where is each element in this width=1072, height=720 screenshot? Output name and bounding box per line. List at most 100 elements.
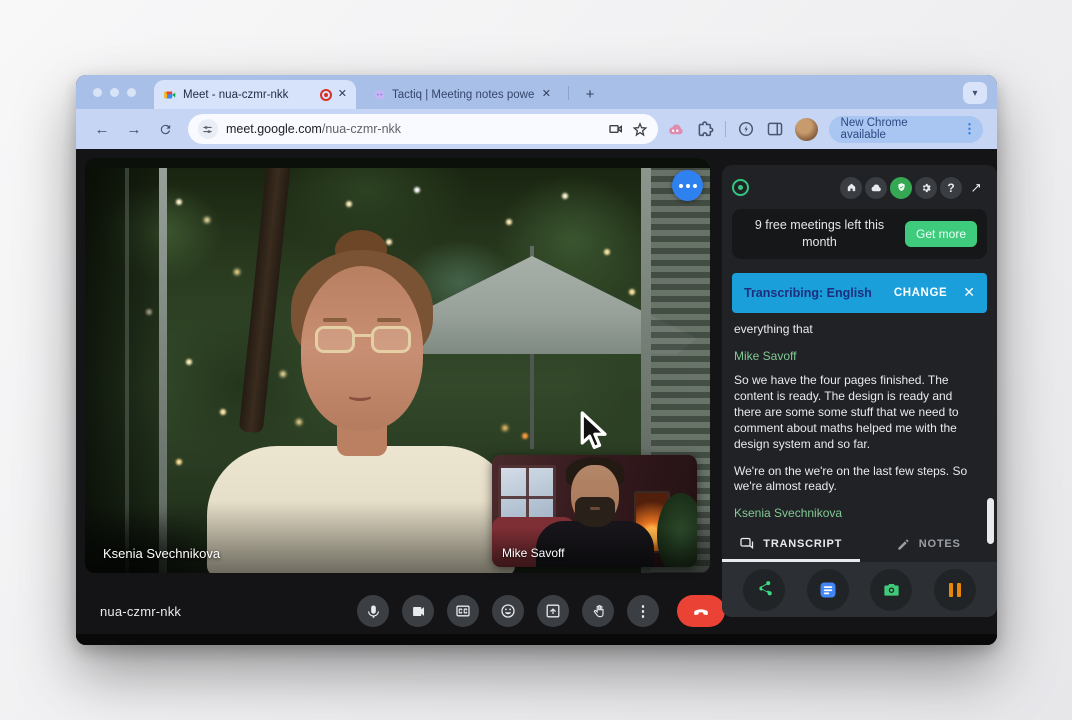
zoom-window-button[interactable]: [127, 88, 136, 97]
share-icon: [756, 581, 773, 598]
tab-notes[interactable]: NOTES: [860, 529, 998, 562]
eyebrow: [377, 318, 401, 322]
pencil-icon: [896, 537, 911, 552]
reload-button[interactable]: [154, 117, 178, 141]
present-icon: [545, 603, 561, 619]
mouth: [347, 390, 373, 401]
back-button[interactable]: ←: [90, 117, 114, 141]
tab-notes-label: NOTES: [919, 538, 961, 550]
tactiq-header: ?: [732, 175, 987, 200]
transcript-list[interactable]: everything that Mike Savoff So we have t…: [732, 313, 987, 529]
glasses: [313, 326, 413, 356]
view-transcript-button[interactable]: [807, 569, 849, 611]
raise-hand-button[interactable]: [582, 595, 614, 627]
transcript-line: We're on the we're on the last few steps…: [734, 464, 977, 496]
smiley-icon: [500, 603, 516, 619]
transcribing-banner: Transcribing: English CHANGE ✕: [732, 273, 987, 313]
tab-transcript[interactable]: TRANSCRIPT: [722, 529, 860, 562]
transcript-line: So we have the four pages finished. The …: [734, 373, 977, 452]
privacy-shield-icon[interactable]: [890, 177, 912, 199]
transcript-speaker: Mike Savoff: [734, 349, 977, 365]
captions-button[interactable]: [447, 595, 479, 627]
share-button[interactable]: [743, 569, 785, 611]
tactiq-extension-icon[interactable]: [666, 120, 685, 139]
home-icon[interactable]: [840, 177, 862, 199]
door-lintel: [85, 158, 710, 168]
site-info-icon[interactable]: [198, 119, 218, 139]
microphone-button[interactable]: [357, 595, 389, 627]
transcribing-label: Transcribing: English: [744, 286, 886, 300]
chat-typing-bubble[interactable]: [672, 170, 703, 201]
transcript-scrollbar[interactable]: [987, 498, 994, 544]
reload-icon: [158, 122, 173, 137]
extensions-puzzle-icon[interactable]: [696, 120, 714, 138]
close-tab-icon[interactable]: ✕: [338, 89, 347, 100]
document-icon: [818, 580, 838, 600]
camera-capture-icon: [882, 580, 901, 599]
toolbar-divider: [725, 121, 726, 137]
new-tab-button[interactable]: +: [578, 82, 602, 106]
pause-icon: [949, 583, 961, 597]
tab-tactiq[interactable]: Tactiq | Meeting notes powe ✕: [364, 80, 560, 109]
reactions-button[interactable]: [492, 595, 524, 627]
transcript-line: everything that: [734, 322, 977, 338]
screenshot-button[interactable]: [870, 569, 912, 611]
speed-extension-icon[interactable]: [737, 120, 755, 138]
forward-button[interactable]: →: [122, 117, 146, 141]
url-bar[interactable]: meet.google.com/nua-czmr-nkk: [188, 114, 658, 144]
extension-icons: New Chrome available ⋮: [666, 116, 983, 143]
desktop: Meet - nua-czmr-nkk ✕ Tactiq | Meeting n…: [0, 0, 1072, 720]
raise-hand-icon: [591, 604, 606, 619]
bookmark-star-icon[interactable]: [632, 121, 648, 137]
tactiq-tabs: TRANSCRIPT NOTES: [722, 529, 997, 562]
minimize-window-button[interactable]: [110, 88, 119, 97]
popout-icon[interactable]: [965, 177, 987, 199]
change-language-button[interactable]: CHANGE: [894, 287, 947, 299]
end-call-button[interactable]: [677, 595, 725, 627]
tab-transcript-label: TRANSCRIPT: [763, 538, 842, 550]
meet-controls: ⋮: [357, 595, 725, 627]
help-icon[interactable]: ?: [940, 177, 962, 199]
mouse-cursor: [576, 410, 612, 454]
tactiq-favicon: [373, 88, 386, 101]
present-screen-button[interactable]: [537, 595, 569, 627]
cloud-upload-icon[interactable]: [865, 177, 887, 199]
browser-toolbar: ← → meet.google.com/nua-czmr-nkk: [76, 109, 997, 149]
quota-text: 9 free meetings left this month: [742, 217, 897, 251]
close-window-button[interactable]: [93, 88, 102, 97]
tactiq-actions: [722, 562, 997, 617]
main-participant-name: Ksenia Svechnikova: [103, 546, 220, 561]
window-bottom-edge: [76, 634, 997, 645]
side-panel-icon[interactable]: [766, 120, 784, 138]
meet-favicon: [163, 88, 177, 102]
recording-indicator-icon: [320, 89, 332, 101]
close-tab-icon[interactable]: ✕: [542, 89, 551, 100]
more-options-button[interactable]: ⋮: [627, 595, 659, 627]
camera-in-use-icon[interactable]: [608, 121, 624, 137]
pause-transcription-button[interactable]: [934, 569, 976, 611]
end-call-icon: [692, 602, 710, 620]
tab-title: Meet - nua-czmr-nkk: [183, 89, 314, 101]
close-banner-icon[interactable]: ✕: [963, 284, 975, 301]
settings-gear-icon[interactable]: [915, 177, 937, 199]
tab-strip: Meet - nua-czmr-nkk ✕ Tactiq | Meeting n…: [76, 75, 997, 109]
chrome-menu-icon[interactable]: ⋮: [963, 121, 976, 137]
camera-icon: [411, 604, 426, 619]
tactiq-header-icons: ?: [840, 177, 987, 199]
tab-divider: [568, 86, 569, 100]
profile-avatar[interactable]: [795, 118, 818, 141]
new-chrome-label: New Chrome available: [841, 117, 956, 141]
pip-mouth: [590, 507, 600, 510]
pip-video-tile[interactable]: Mike Savoff: [492, 455, 697, 567]
tab-search-button[interactable]: ▾: [963, 82, 987, 104]
url-text[interactable]: meet.google.com/nua-czmr-nkk: [226, 122, 600, 136]
tab-title: Tactiq | Meeting notes powe: [392, 89, 536, 101]
camera-button[interactable]: [402, 595, 434, 627]
meeting-code: nua-czmr-nkk: [100, 604, 181, 619]
chat-bubbles-icon: [739, 536, 755, 552]
new-chrome-available-button[interactable]: New Chrome available ⋮: [829, 116, 983, 143]
tab-meet[interactable]: Meet - nua-czmr-nkk ✕: [154, 80, 356, 109]
window-controls[interactable]: [93, 88, 136, 97]
get-more-button[interactable]: Get more: [905, 221, 977, 247]
umbrella-pole: [530, 354, 534, 449]
